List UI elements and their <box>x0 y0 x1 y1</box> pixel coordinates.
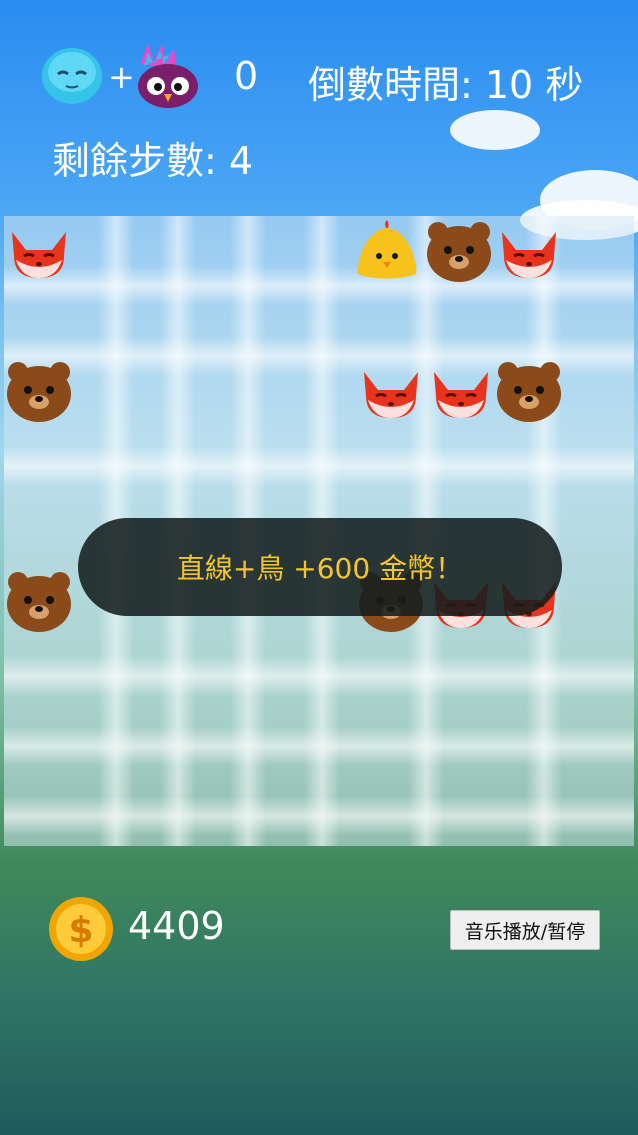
coin-balance: 4409 <box>128 904 225 948</box>
fox-piece[interactable] <box>4 216 74 286</box>
dollar-coin-icon: $ <box>49 897 113 961</box>
bear-piece[interactable] <box>4 566 74 636</box>
blue-monster-icon <box>42 48 102 104</box>
bear-piece[interactable] <box>4 356 74 426</box>
combo-toast: 直線+鳥 +600 金幣！ <box>78 518 562 616</box>
fox-piece[interactable] <box>426 356 496 426</box>
music-toggle-button[interactable]: 音乐播放/暂停 <box>450 910 600 950</box>
chick-piece[interactable] <box>352 216 422 286</box>
fox-piece[interactable] <box>494 216 564 286</box>
fox-piece[interactable] <box>356 356 426 426</box>
countdown-timer: 倒數時間: 10 秒 <box>308 63 584 107</box>
bear-piece[interactable] <box>424 216 494 286</box>
rainbow-owl-icon <box>138 44 198 108</box>
combo-plus: + <box>108 58 135 96</box>
toast-message: 直線+鳥 +600 金幣！ <box>176 552 464 585</box>
remaining-steps: 剩餘步數: 4 <box>52 139 254 183</box>
score-value: 0 <box>234 54 259 98</box>
bear-piece[interactable] <box>494 356 564 426</box>
svg-text:$: $ <box>68 910 93 951</box>
